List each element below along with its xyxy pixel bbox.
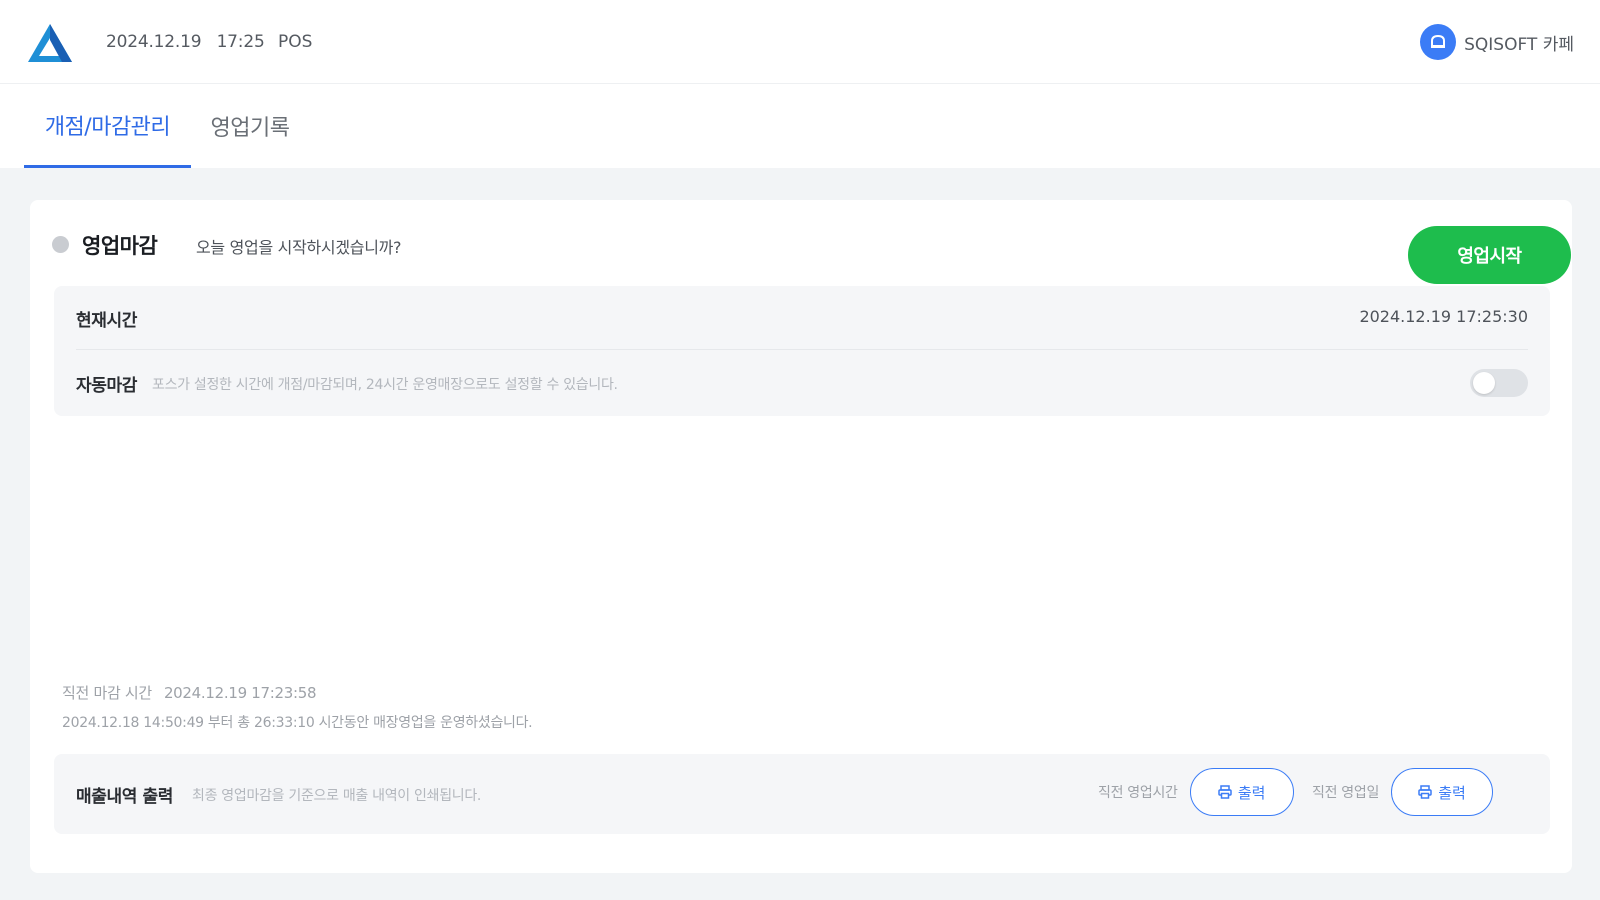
tab-open-close-management[interactable]: 개점/마감관리 xyxy=(24,84,191,168)
start-business-button[interactable]: 영업시작 xyxy=(1408,226,1571,284)
store-info[interactable]: SQISOFT 카페 xyxy=(1420,24,1574,60)
print-prev-time-group: 직전 영업시간 출력 xyxy=(1098,768,1294,816)
status-dot-icon xyxy=(52,236,69,253)
main-card: 영업마감 오늘 영업을 시작하시겠습니까? 영업시작 현재시간 2024.12.… xyxy=(30,200,1572,873)
info-box: 현재시간 2024.12.19 17:25:30 자동마감 포스가 설정한 시간… xyxy=(54,286,1550,416)
print-button-label: 출력 xyxy=(1438,783,1466,802)
print-prev-time-label: 직전 영업시간 xyxy=(1098,785,1178,801)
app-logo xyxy=(26,22,74,64)
printer-icon xyxy=(1218,785,1232,799)
auto-close-row: 자동마감 포스가 설정한 시간에 개점/마감되며, 24시간 운영매장으로도 설… xyxy=(76,351,1528,415)
current-time-value: 2024.12.19 17:25:30 xyxy=(1359,307,1528,326)
last-close-label: 직전 마감 시간 xyxy=(62,684,152,702)
toggle-knob xyxy=(1473,372,1495,394)
status-label: 영업마감 xyxy=(82,234,158,258)
print-prev-time-button[interactable]: 출력 xyxy=(1189,768,1294,816)
header-datetime: 2024.12.19 17:25 xyxy=(106,32,275,52)
current-time-row: 현재시간 2024.12.19 17:25:30 xyxy=(76,286,1528,350)
header-time: 17:25 xyxy=(216,32,265,52)
print-prev-day-group: 직전 영업일 출력 xyxy=(1312,768,1494,816)
last-close-time: 직전 마감 시간 2024.12.19 17:23:58 xyxy=(62,682,317,703)
sales-print-box: 매출내역 출력 최종 영업마감을 기준으로 매출 내역이 인쇄됩니다. 직전 영… xyxy=(54,754,1550,834)
printer-icon xyxy=(1418,785,1432,799)
store-icon xyxy=(1420,24,1457,60)
last-close-summary: 2024.12.18 14:50:49 부터 총 26:33:10 시간동안 매… xyxy=(62,715,533,731)
last-close-value: 2024.12.19 17:23:58 xyxy=(163,684,317,702)
print-title: 매출내역 출력 xyxy=(76,787,173,807)
store-name: SQISOFT 카페 xyxy=(1464,34,1574,55)
print-description: 최종 영업마감을 기준으로 매출 내역이 인쇄됩니다. xyxy=(192,788,482,804)
header-mode: POS xyxy=(278,32,313,52)
tab-sales-record[interactable]: 영업기록 xyxy=(200,84,300,168)
auto-close-description: 포스가 설정한 시간에 개점/마감되며, 24시간 운영매장으로도 설정할 수 … xyxy=(152,377,618,393)
auto-close-label: 자동마감 xyxy=(76,376,137,396)
print-prev-day-button[interactable]: 출력 xyxy=(1391,768,1494,816)
auto-close-toggle[interactable] xyxy=(1470,369,1528,397)
header-date: 2024.12.19 xyxy=(106,32,202,52)
business-status-row: 영업마감 오늘 영업을 시작하시겠습니까? 영업시작 xyxy=(52,214,1571,284)
current-time-label: 현재시간 xyxy=(76,311,137,331)
top-bar: 2024.12.19 17:25 POS SQISOFT 카페 xyxy=(0,0,1600,84)
tab-bar: 개점/마감관리 영업기록 xyxy=(0,84,1600,168)
print-button-label: 출력 xyxy=(1237,783,1266,802)
status-description: 오늘 영업을 시작하시겠습니까? xyxy=(196,238,402,257)
print-prev-day-label: 직전 영업일 xyxy=(1312,785,1380,801)
